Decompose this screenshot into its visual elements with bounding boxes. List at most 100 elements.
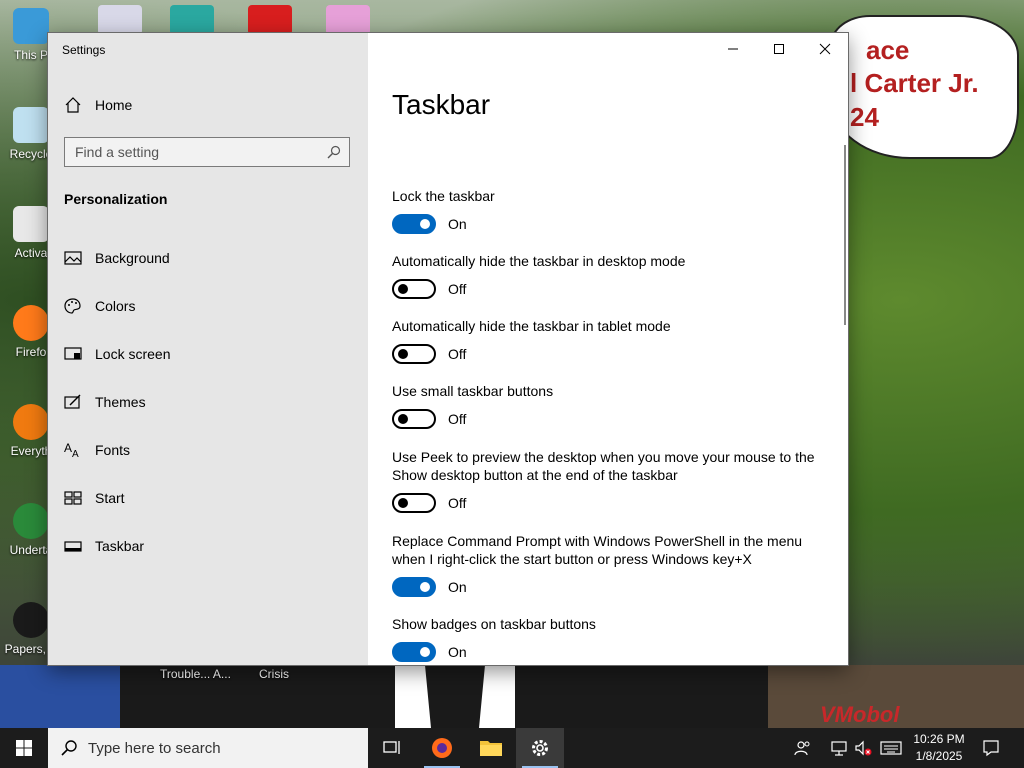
start-icon (64, 491, 82, 505)
task-view-icon (383, 741, 400, 754)
desktop-icon-top-3[interactable] (248, 5, 292, 35)
bubble-text-3: 24 (850, 102, 879, 132)
maximize-button[interactable] (756, 33, 802, 65)
setting-powershell: Replace Command Prompt with Windows Powe… (392, 532, 832, 597)
document-icon (13, 206, 49, 242)
setting-label: Use small taskbar buttons (392, 383, 554, 399)
wallpaper-watermark: VMobol (820, 702, 900, 727)
main-content: Taskbar Lock the taskbar On Automaticall… (368, 33, 848, 665)
setting-label: Show badges on taskbar buttons (392, 616, 596, 632)
sidebar-item-background[interactable]: Background (48, 234, 368, 282)
toggle-state: Off (448, 346, 467, 362)
close-icon (819, 43, 831, 55)
autohide-desktop-toggle[interactable] (392, 279, 436, 299)
sidebar-item-themes[interactable]: Themes (48, 378, 368, 426)
setting-label: Automatically hide the taskbar in tablet… (392, 318, 671, 334)
desktop-icon-top-2[interactable] (170, 5, 214, 35)
sidebar-item-fonts[interactable]: AA Fonts (48, 426, 368, 474)
clock[interactable]: 10:26 PM 1/8/2025 (910, 731, 968, 765)
taskbar: Type here to search 10:26 PM 1/8/2025 (0, 728, 1024, 768)
toggle-state: On (448, 216, 467, 232)
taskbar-settings[interactable] (516, 728, 564, 768)
setting-label: Replace Command Prompt with Windows Powe… (392, 533, 803, 567)
taskbar-search[interactable]: Type here to search (48, 728, 368, 768)
section-title: Personalization (64, 191, 168, 207)
taskbar-firefox[interactable] (418, 728, 466, 768)
powershell-toggle[interactable] (392, 577, 436, 597)
fonts-icon: AA (64, 441, 79, 459)
desktop-label-crisis[interactable]: Crisis (259, 667, 289, 681)
desktop-label-trouble[interactable]: Trouble... A... (160, 667, 231, 681)
firefox-icon (13, 305, 49, 341)
toggle-state: On (448, 579, 467, 595)
network-icon[interactable] (829, 738, 849, 758)
sidebar-item-lock-screen[interactable]: Lock screen (48, 330, 368, 378)
people-icon[interactable] (793, 738, 813, 758)
palette-icon (64, 298, 81, 314)
find-setting-search[interactable] (64, 137, 350, 167)
papers-please-icon (13, 602, 49, 638)
desktop-icon-top-4[interactable] (326, 5, 370, 35)
home-label: Home (95, 97, 133, 113)
toggle-state: Off (448, 281, 467, 297)
undertale-icon (13, 503, 49, 539)
settings-window: Settings Home Personalization Background… (48, 33, 848, 665)
sidebar-item-start[interactable]: Start (48, 474, 368, 522)
start-button[interactable] (0, 728, 48, 768)
setting-autohide-desktop: Automatically hide the taskbar in deskto… (392, 252, 832, 299)
toggle-state: On (448, 644, 467, 660)
search-icon (327, 145, 341, 159)
close-button[interactable] (802, 33, 848, 65)
taskbar-file-explorer[interactable] (467, 728, 515, 768)
search-input[interactable] (65, 138, 325, 166)
setting-badges: Show badges on taskbar buttons On (392, 615, 832, 662)
sidebar-item-taskbar[interactable]: Taskbar (48, 522, 368, 570)
home-icon (65, 97, 81, 113)
themes-icon (64, 394, 81, 409)
setting-label: Use Peek to preview the desktop when you… (392, 449, 815, 483)
scrollbar[interactable] (844, 145, 846, 325)
toggle-state: Off (448, 411, 467, 427)
search-icon (61, 740, 77, 756)
setting-peek: Use Peek to preview the desktop when you… (392, 448, 832, 513)
notification-icon[interactable] (981, 738, 1001, 758)
lock-screen-icon (64, 347, 82, 360)
minimize-button[interactable] (710, 33, 756, 65)
firefox-icon (432, 738, 452, 758)
clock-time: 10:26 PM (913, 732, 965, 746)
wallpaper-bottom-left (0, 665, 120, 728)
gear-icon (532, 740, 548, 756)
setting-small-buttons: Use small taskbar buttons Off (392, 382, 832, 429)
svg-text:A: A (64, 441, 72, 455)
minimize-icon (728, 48, 738, 50)
desktop-icon-top-1[interactable] (98, 5, 142, 35)
badges-toggle[interactable] (392, 642, 436, 662)
folder-icon (480, 741, 502, 756)
lock-taskbar-toggle[interactable] (392, 214, 436, 234)
task-view-button[interactable] (368, 728, 416, 768)
clock-date: 1/8/2025 (915, 749, 963, 763)
peek-toggle[interactable] (392, 493, 436, 513)
sidebar-item-colors[interactable]: Colors (48, 282, 368, 330)
setting-lock-taskbar: Lock the taskbar On (392, 187, 832, 234)
bubble-text-1: ace (866, 35, 910, 65)
sidebar: Settings Home Personalization Background… (48, 33, 368, 665)
toggle-state: Off (448, 495, 467, 511)
everything-search-icon (13, 404, 49, 440)
autohide-tablet-toggle[interactable] (392, 344, 436, 364)
keyboard-icon[interactable] (879, 738, 903, 758)
windows-logo-icon (16, 740, 32, 756)
picture-icon (64, 251, 82, 265)
bubble-text-2: l Carter Jr. (850, 68, 979, 98)
taskbar-search-placeholder: Type here to search (88, 739, 221, 757)
page-title: Taskbar (392, 89, 491, 120)
home-nav-item[interactable]: Home (64, 93, 132, 117)
setting-label: Automatically hide the taskbar in deskto… (392, 253, 686, 269)
volume-muted-icon[interactable] (853, 738, 873, 758)
setting-autohide-tablet: Automatically hide the taskbar in tablet… (392, 317, 832, 364)
taskbar-icon (64, 541, 82, 552)
small-buttons-toggle[interactable] (392, 409, 436, 429)
window-title: Settings (62, 43, 106, 57)
recycle-bin-icon (13, 107, 49, 143)
maximize-icon (774, 44, 784, 54)
